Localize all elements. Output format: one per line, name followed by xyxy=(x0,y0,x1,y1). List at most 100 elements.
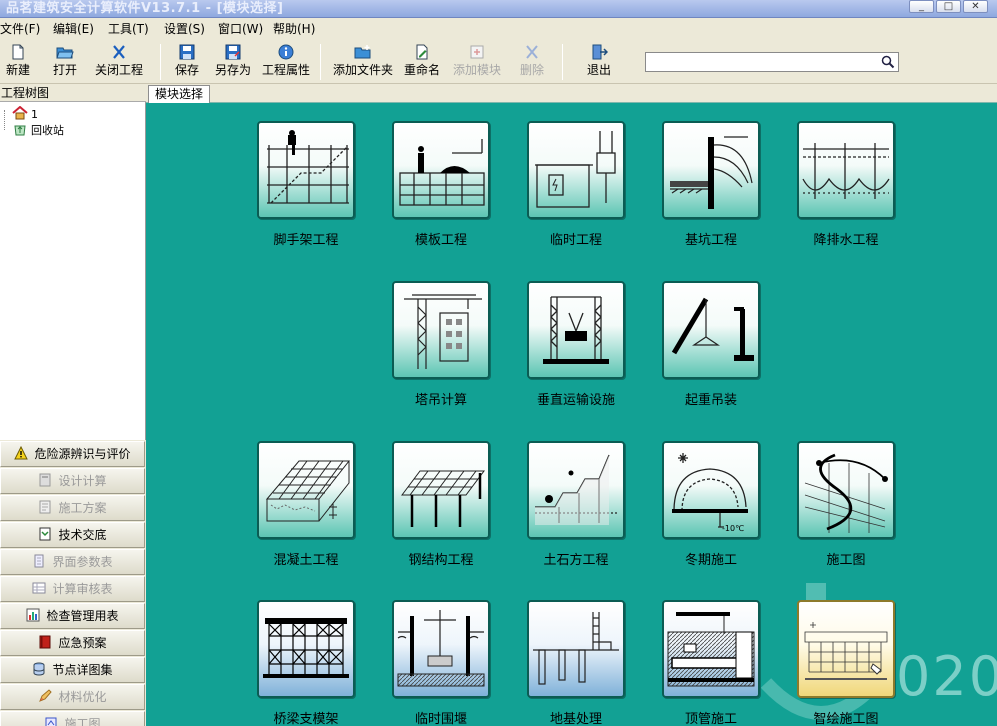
exit-button[interactable]: 退出 xyxy=(585,42,613,82)
module-winter-construction[interactable]: -10℃ 冬期施工 xyxy=(662,441,760,568)
save-as-button[interactable]: 另存为 xyxy=(214,42,252,82)
toolbar-separator xyxy=(160,44,161,80)
menu-edit[interactable]: 编辑(E) xyxy=(53,18,94,40)
formwork-icon xyxy=(399,139,485,206)
module-ground-treatment[interactable]: 地基处理 xyxy=(527,600,625,726)
module-concrete[interactable]: 混凝土工程 xyxy=(257,441,355,568)
rename-icon xyxy=(416,44,428,60)
tree-node-project[interactable]: 1 xyxy=(12,106,38,122)
search-icon[interactable] xyxy=(881,55,895,69)
delete-icon xyxy=(526,45,538,59)
save-as-icon xyxy=(225,44,241,60)
module-smart-drawing[interactable]: 智绘施工图 xyxy=(797,600,895,726)
cofferdam-icon xyxy=(397,610,485,687)
winter-temp-label: -10℃ xyxy=(722,524,744,533)
menu-settings[interactable]: 设置(S) xyxy=(164,18,205,40)
menu-file[interactable]: 文件(F) xyxy=(0,18,40,40)
module-tile[interactable] xyxy=(257,441,355,539)
book-icon xyxy=(39,635,51,649)
module-earthwork[interactable]: 土石方工程 xyxy=(527,441,625,568)
add-module-button[interactable]: 添加模块 xyxy=(451,42,503,82)
module-tile[interactable] xyxy=(662,121,760,219)
title-bar: 品茗建筑安全计算软件V13.7.1 - [模块选择] _ □ ✕ xyxy=(0,0,997,18)
module-construction-drawing[interactable]: 施工图 xyxy=(797,441,895,568)
menu-window[interactable]: 窗口(W) xyxy=(218,18,263,40)
tree-node-recycle-bin[interactable]: 回收站 xyxy=(12,122,64,138)
module-tile[interactable] xyxy=(527,121,625,219)
maximize-button[interactable]: □ xyxy=(936,0,961,13)
search-input[interactable] xyxy=(646,53,876,71)
module-vertical-transport[interactable]: 垂直运输设施 xyxy=(527,281,625,408)
module-tile[interactable] xyxy=(797,121,895,219)
module-bridge-formwork[interactable]: 桥梁支模架 xyxy=(257,600,355,726)
concrete-icon xyxy=(265,460,351,522)
close-window-button[interactable]: ✕ xyxy=(963,0,988,13)
module-label: 智绘施工图 xyxy=(813,712,879,726)
house-icon xyxy=(12,106,28,120)
nav-technical-briefing[interactable]: 技术交底 xyxy=(0,522,145,548)
module-tile[interactable] xyxy=(392,441,490,539)
save-as-label: 另存为 xyxy=(214,63,251,77)
module-tile[interactable] xyxy=(527,281,625,379)
add-folder-icon xyxy=(354,45,371,59)
module-tile[interactable] xyxy=(257,121,355,219)
module-formwork[interactable]: 模板工程 xyxy=(392,121,490,248)
module-lifting[interactable]: 起重吊装 xyxy=(662,281,760,408)
module-tile[interactable] xyxy=(662,281,760,379)
scaffold-icon xyxy=(267,130,349,204)
module-tile[interactable] xyxy=(662,600,760,698)
module-tower-crane[interactable]: 塔吊计算 xyxy=(392,281,490,408)
nav-inspection-forms[interactable]: 检查管理用表 xyxy=(0,603,145,629)
module-tile[interactable] xyxy=(797,600,895,698)
module-cofferdam[interactable]: 临时围堰 xyxy=(392,600,490,726)
nav-label: 计算审核表 xyxy=(52,582,113,596)
rename-button[interactable]: 重命名 xyxy=(402,42,442,82)
document-icon xyxy=(39,527,51,541)
open-button[interactable]: 打开 xyxy=(50,42,80,82)
module-foundation-pit[interactable]: 基坑工程 xyxy=(662,121,760,248)
module-tile[interactable] xyxy=(392,281,490,379)
open-folder-icon xyxy=(56,47,74,59)
menu-tools[interactable]: 工具(T) xyxy=(108,18,149,40)
project-properties-button[interactable]: 工程属性 xyxy=(261,42,311,82)
nav-construction-plan[interactable]: 施工方案 xyxy=(0,495,145,521)
module-pipe-jacking[interactable]: 顶管施工 xyxy=(662,600,760,726)
new-button[interactable]: 新建 xyxy=(3,42,33,82)
new-label: 新建 xyxy=(5,63,30,77)
module-tile[interactable]: -10℃ xyxy=(662,441,760,539)
tab-module-select[interactable]: 模块选择 xyxy=(148,85,211,103)
module-label: 垂直运输设施 xyxy=(536,393,615,408)
save-label: 保存 xyxy=(174,63,199,77)
nav-material-optimization[interactable]: 材料优化 xyxy=(0,684,145,710)
module-tile[interactable] xyxy=(257,600,355,698)
nav-interface-parameters[interactable]: 界面参数表 xyxy=(0,549,145,575)
menu-help[interactable]: 帮助(H) xyxy=(273,18,315,40)
close-project-label: 关闭工程 xyxy=(94,63,143,77)
module-steel-structure[interactable]: 钢结构工程 xyxy=(392,441,490,568)
add-folder-label: 添加文件夹 xyxy=(332,63,393,77)
nav-construction-drawing[interactable]: 施工图 xyxy=(0,711,145,726)
save-button[interactable]: 保存 xyxy=(173,42,201,82)
nav-calculation-review[interactable]: 计算审核表 xyxy=(0,576,145,602)
module-tile[interactable] xyxy=(527,441,625,539)
module-tile[interactable] xyxy=(392,600,490,698)
nav-emergency-plan[interactable]: 应急预案 xyxy=(0,630,145,656)
module-tile[interactable] xyxy=(527,600,625,698)
module-scaffold[interactable]: 脚手架工程 xyxy=(257,121,355,248)
window-title: 品茗建筑安全计算软件V13.7.1 - [模块选择] xyxy=(6,1,284,16)
module-dewatering[interactable]: 降排水工程 xyxy=(797,121,895,248)
module-tile[interactable] xyxy=(392,121,490,219)
nav-node-details[interactable]: 节点详图集 xyxy=(0,657,145,683)
module-tile[interactable] xyxy=(797,441,895,539)
nav-hazard-identification[interactable]: 危险源辨识与评价 xyxy=(0,441,145,467)
delete-button[interactable]: 删除 xyxy=(518,42,546,82)
module-label: 地基处理 xyxy=(549,712,602,726)
pipe-jacking-icon xyxy=(667,612,755,687)
nav-design-calculation[interactable]: 设计计算 xyxy=(0,468,145,494)
module-label: 模板工程 xyxy=(414,233,467,248)
menu-bar: 文件(F) 编辑(E) 工具(T) 设置(S) 窗口(W) 帮助(H) xyxy=(0,18,997,40)
minimize-button[interactable]: _ xyxy=(909,0,934,13)
close-project-button[interactable]: 关闭工程 xyxy=(93,42,145,82)
module-temporary-works[interactable]: 临时工程 xyxy=(527,121,625,248)
add-folder-button[interactable]: 添加文件夹 xyxy=(332,42,394,82)
